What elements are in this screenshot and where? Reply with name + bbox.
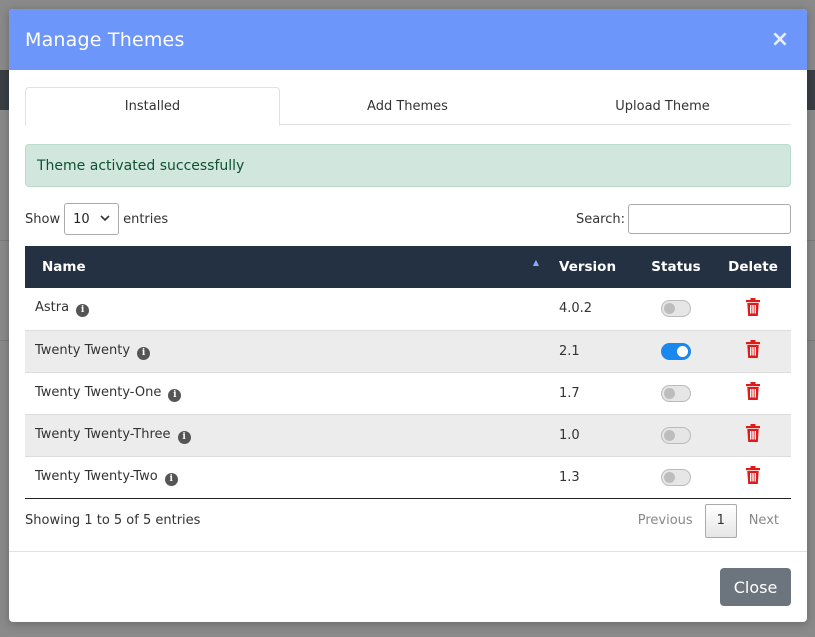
theme-name: Twenty Twenty: [35, 342, 131, 358]
table-row: Twenty Twenty-One i 1.7: [25, 372, 791, 414]
table-header-row: Name ▲ Version Status Delete: [25, 246, 791, 288]
trash-icon[interactable]: [745, 297, 761, 320]
column-header-delete[interactable]: Delete: [715, 246, 791, 288]
column-header-name[interactable]: Name ▲: [25, 246, 549, 288]
status-cell: [637, 372, 715, 414]
status-toggle[interactable]: [661, 342, 691, 360]
table-row: Twenty Twenty i 2.1: [25, 330, 791, 372]
info-icon[interactable]: i: [137, 346, 151, 360]
info-icon[interactable]: i: [164, 472, 178, 486]
info-icon[interactable]: i: [168, 388, 182, 402]
theme-version: 2.1: [559, 343, 580, 359]
entries-label: entries: [123, 211, 169, 227]
status-toggle[interactable]: [661, 468, 691, 486]
theme-name-cell: Twenty Twenty-Three i: [25, 414, 549, 456]
search-input[interactable]: [628, 204, 791, 234]
status-toggle[interactable]: [661, 384, 691, 402]
table-row: Twenty Twenty-Three i 1.0: [25, 414, 791, 456]
success-alert: Theme activated successfully: [25, 144, 791, 187]
delete-cell: [715, 288, 791, 330]
modal-footer: Close: [9, 551, 807, 622]
theme-version: 1.0: [559, 427, 580, 443]
modal-body: Installed Add Themes Upload Theme Theme …: [9, 70, 807, 541]
pagination: Previous 1 Next: [626, 503, 791, 538]
next-page-button[interactable]: Next: [737, 513, 791, 528]
trash-icon[interactable]: [745, 466, 761, 488]
page-size-value: 10: [73, 211, 90, 227]
table-footer: Showing 1 to 5 of 5 entries Previous 1 N…: [25, 501, 791, 541]
table-row: Astra i 4.0.2: [25, 288, 791, 330]
theme-version: 1.3: [559, 469, 580, 485]
modal-title: Manage Themes: [25, 28, 185, 51]
theme-name: Astra: [35, 300, 70, 316]
toggle-knob: [664, 387, 675, 399]
delete-cell: [715, 330, 791, 372]
column-header-status[interactable]: Status: [637, 246, 715, 288]
info-icon[interactable]: i: [177, 430, 191, 444]
column-header-version[interactable]: Version: [549, 246, 637, 288]
chevron-down-icon: [100, 214, 110, 225]
theme-name: Twenty Twenty-One: [35, 384, 162, 400]
page-size-select[interactable]: 10: [64, 203, 120, 235]
theme-name-cell: Astra i: [25, 288, 549, 330]
status-toggle[interactable]: [661, 426, 691, 444]
search-label: Search:: [575, 211, 625, 227]
previous-page-button[interactable]: Previous: [626, 513, 705, 528]
delete-cell: [715, 456, 791, 498]
status-cell: [637, 456, 715, 498]
toggle-knob: [677, 345, 688, 357]
theme-name-cell: Twenty Twenty-One i: [25, 372, 549, 414]
tab-upload-theme[interactable]: Upload Theme: [535, 87, 790, 125]
theme-name: Twenty Twenty-Two: [35, 468, 158, 484]
tab-add-themes[interactable]: Add Themes: [280, 87, 535, 125]
sort-asc-icon: ▲: [532, 258, 539, 267]
toggle-knob: [664, 471, 675, 483]
table-controls: Show 10 entries Search:: [25, 202, 791, 236]
modal-header: Manage Themes ×: [9, 9, 807, 70]
theme-version: 4.0.2: [559, 301, 593, 317]
pagination-info: Showing 1 to 5 of 5 entries: [25, 513, 201, 528]
tab-installed[interactable]: Installed: [25, 87, 280, 126]
trash-icon[interactable]: [745, 424, 761, 446]
themes-table: Name ▲ Version Status Delete Astra i 4.0.2…: [25, 246, 791, 499]
status-cell: [637, 414, 715, 456]
show-label: Show: [25, 211, 61, 227]
trash-icon[interactable]: [745, 382, 761, 404]
toggle-knob: [664, 303, 675, 315]
theme-name: Twenty Twenty-Three: [35, 426, 171, 442]
delete-cell: [715, 414, 791, 456]
tab-bar: Installed Add Themes Upload Theme: [25, 87, 791, 126]
theme-name-cell: Twenty Twenty i: [25, 330, 549, 372]
status-cell: [637, 288, 715, 330]
page-1-button[interactable]: 1: [704, 503, 737, 538]
status-toggle[interactable]: [661, 300, 691, 318]
delete-cell: [715, 372, 791, 414]
manage-themes-modal: Manage Themes × Installed Add Themes Upl…: [9, 9, 807, 622]
table-row: Twenty Twenty-Two i 1.3: [25, 456, 791, 498]
status-cell: [637, 330, 715, 372]
theme-name-cell: Twenty Twenty-Two i: [25, 456, 549, 498]
close-icon[interactable]: ×: [769, 27, 791, 52]
toggle-knob: [664, 429, 675, 441]
theme-version: 1.7: [559, 385, 580, 401]
info-icon[interactable]: i: [76, 304, 90, 318]
trash-icon[interactable]: [745, 340, 761, 362]
close-button[interactable]: Close: [720, 568, 791, 606]
